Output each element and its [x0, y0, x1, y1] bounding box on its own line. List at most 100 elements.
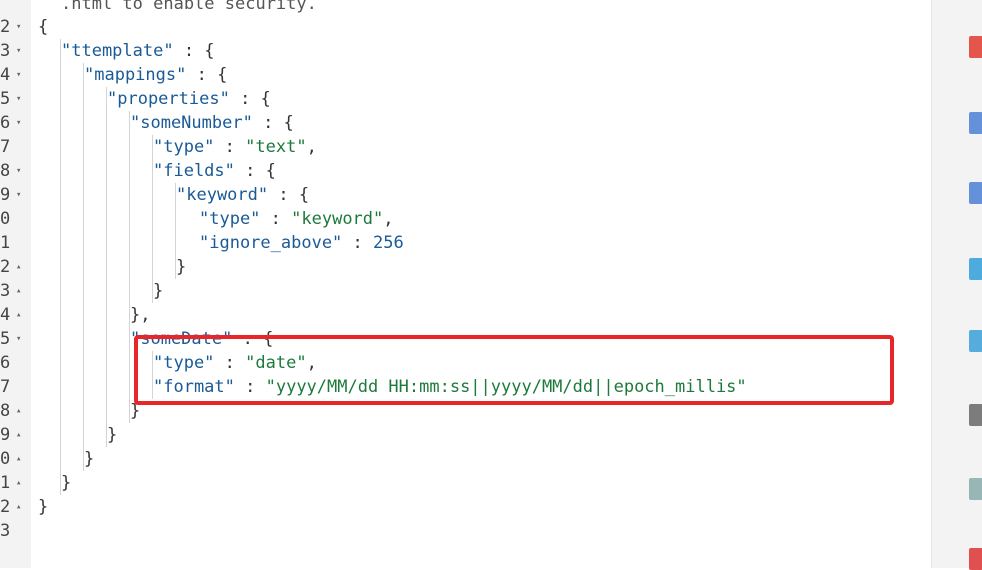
code-token: }: [153, 281, 164, 301]
line-number: 4: [0, 305, 11, 325]
line-number: 2: [0, 17, 11, 37]
code-line[interactable]: "keyword" : {: [176, 183, 309, 207]
fold-collapse-icon[interactable]: ▾: [16, 87, 21, 111]
code-line[interactable]: }: [61, 471, 71, 495]
highlight-annotation-box: [134, 335, 894, 405]
code-line[interactable]: "properties" : {: [107, 87, 271, 111]
indent-guide: [83, 63, 84, 471]
fold-collapse-icon[interactable]: ▾: [16, 111, 21, 135]
code-line[interactable]: "fields" : {: [153, 159, 276, 183]
code-line[interactable]: }: [38, 495, 48, 519]
code-token: ,: [383, 209, 394, 229]
fold-expand-icon[interactable]: ▴: [16, 423, 21, 447]
line-number: 7: [0, 377, 11, 397]
code-token: "someNumber": [130, 113, 253, 133]
code-token: :: [342, 233, 374, 253]
archive-icon[interactable]: [969, 330, 982, 352]
code-token: "mappings": [84, 65, 187, 85]
fold-expand-icon[interactable]: ▴: [16, 255, 21, 279]
code-token: "text": [245, 137, 307, 157]
code-token: "type": [153, 137, 215, 157]
drive-icon[interactable]: [969, 404, 982, 426]
fold-expand-icon[interactable]: ▴: [16, 303, 21, 327]
right-dock: [931, 0, 982, 570]
code-token: },: [130, 305, 151, 325]
indent-guide: [152, 135, 153, 303]
indent-guide: [129, 111, 130, 423]
code-token: "type": [199, 209, 261, 229]
code-line[interactable]: "ignore_above" : 256: [199, 231, 404, 255]
line-number: 5: [0, 89, 11, 109]
line-number: 0: [0, 209, 11, 229]
code-token: ,: [306, 137, 317, 157]
code-editor[interactable]: .html to enable security. {"ttemplate" :…: [31, 0, 931, 568]
code-token: "ttemplate": [61, 41, 174, 61]
pdf-icon[interactable]: [969, 548, 982, 570]
code-token: : {: [268, 185, 310, 205]
code-token: 256: [373, 233, 404, 253]
code-token: }: [38, 497, 49, 517]
code-line[interactable]: }: [153, 279, 163, 303]
fold-collapse-icon[interactable]: ▾: [16, 39, 21, 63]
fold-expand-icon[interactable]: ▴: [16, 447, 21, 471]
code-line[interactable]: "type" : "keyword",: [199, 207, 394, 231]
code-line[interactable]: "ttemplate" : {: [61, 39, 215, 63]
fold-expand-icon[interactable]: ▴: [16, 279, 21, 303]
line-number: 9: [0, 185, 11, 205]
line-number: 5: [0, 329, 11, 349]
fold-expand-icon[interactable]: ▴: [16, 399, 21, 423]
line-number: 2: [0, 257, 11, 277]
code-line[interactable]: },: [130, 303, 150, 327]
code-token: "keyword": [291, 209, 384, 229]
word-doc-icon[interactable]: [969, 112, 982, 134]
code-line[interactable]: {: [38, 15, 48, 39]
code-token: }: [61, 473, 72, 493]
word-doc-icon[interactable]: [969, 182, 982, 204]
code-token: : {: [186, 65, 228, 85]
line-number: 9: [0, 425, 11, 445]
code-line[interactable]: "type" : "text",: [153, 135, 317, 159]
code-token: : {: [252, 113, 294, 133]
code-token: : {: [229, 89, 271, 109]
code-token: : {: [234, 161, 276, 181]
fold-expand-icon[interactable]: ▴: [16, 495, 21, 519]
code-token: "fields": [153, 161, 235, 181]
indent-guide: [106, 87, 107, 447]
code-token: }: [176, 257, 187, 277]
code-line[interactable]: }: [176, 255, 186, 279]
fold-expand-icon[interactable]: ▴: [16, 471, 21, 495]
line-number: 3: [0, 281, 11, 301]
code-token: }: [84, 449, 95, 469]
line-number: 8: [0, 161, 11, 181]
archive-icon[interactable]: [969, 258, 982, 280]
line-number: 8: [0, 401, 11, 421]
line-number: 4: [0, 65, 11, 85]
indent-guide: [60, 39, 61, 495]
fold-collapse-icon[interactable]: ▾: [16, 159, 21, 183]
line-number: 3: [0, 41, 11, 61]
line-number: 6: [0, 353, 11, 373]
fold-collapse-icon[interactable]: ▾: [16, 63, 21, 87]
fold-collapse-icon[interactable]: ▾: [16, 327, 21, 351]
app-icon-red[interactable]: [969, 36, 982, 58]
code-line[interactable]: "mappings" : {: [84, 63, 227, 87]
line-number: 1: [0, 473, 11, 493]
code-line[interactable]: "someNumber" : {: [130, 111, 294, 135]
disk-icon[interactable]: [969, 478, 982, 500]
code-token: : {: [173, 41, 215, 61]
fold-collapse-icon[interactable]: ▾: [16, 15, 21, 39]
fold-collapse-icon[interactable]: ▾: [16, 183, 21, 207]
line-number: 0: [0, 449, 11, 469]
code-line[interactable]: }: [107, 423, 117, 447]
code-line[interactable]: }: [84, 447, 94, 471]
code-token: {: [38, 17, 49, 37]
line-number: 7: [0, 137, 11, 157]
line-number-gutter: 2 ▾ 3 ▾ 4 ▾ 5 ▾ 6 ▾ 7 8 ▾ 9 ▾ 0 1 2 ▴ 3 ▴ 4 ▴ 5 ▾ 6 7 8 ▴ 9 ▴ 0 ▴ 1 ▴ 2 ▴ 3: [0, 0, 31, 568]
code-token: :: [214, 137, 246, 157]
code-token: "keyword": [176, 185, 269, 205]
line-number: 1: [0, 233, 11, 253]
code-token: }: [107, 425, 118, 445]
code-token: "ignore_above": [199, 233, 343, 253]
line-number: 2: [0, 497, 11, 517]
code-token: "properties": [107, 89, 230, 109]
